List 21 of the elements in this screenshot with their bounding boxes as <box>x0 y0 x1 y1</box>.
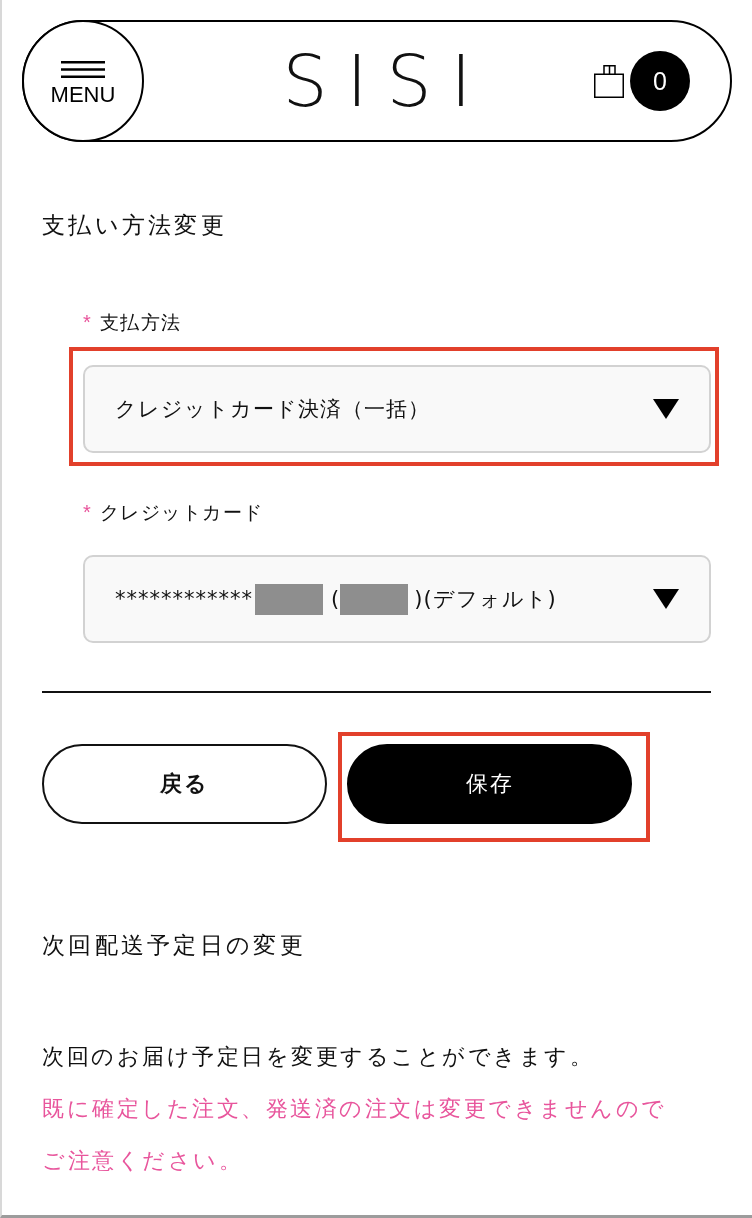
dropdown-select[interactable]: ************ ( )(デフォルト) <box>83 555 711 643</box>
logo[interactable]: SISI <box>263 45 491 117</box>
redacted-block <box>340 583 409 615</box>
field-label: クレジットカード <box>99 500 264 525</box>
save-button[interactable]: 保存 <box>347 744 632 824</box>
section-title: 支払い方法変更 <box>42 211 229 240</box>
dropdown-select[interactable]: クレジットカード決済（一括） <box>83 365 711 453</box>
section-title: 次回配送予定日の変更 <box>42 931 307 960</box>
menu-button[interactable]: MENU <box>22 20 144 142</box>
caret-icon <box>653 399 679 419</box>
cart-count-badge: 0 <box>630 51 690 111</box>
caret-icon <box>653 589 679 609</box>
required-mark: * <box>83 500 91 525</box>
back-button[interactable]: 戻る <box>42 744 327 824</box>
field-label: 支払方法 <box>99 310 182 335</box>
shopping-bag-icon[interactable] <box>594 64 624 98</box>
description-text: 次回のお届け予定日を変更することができます。 <box>42 1043 595 1071</box>
warning-text: 既に確定した注文、発送済の注文は変更できませんのでご注意ください。 <box>42 1095 667 1175</box>
menu-icon <box>61 61 105 78</box>
redacted-block <box>255 583 323 615</box>
required-mark: * <box>83 310 91 335</box>
